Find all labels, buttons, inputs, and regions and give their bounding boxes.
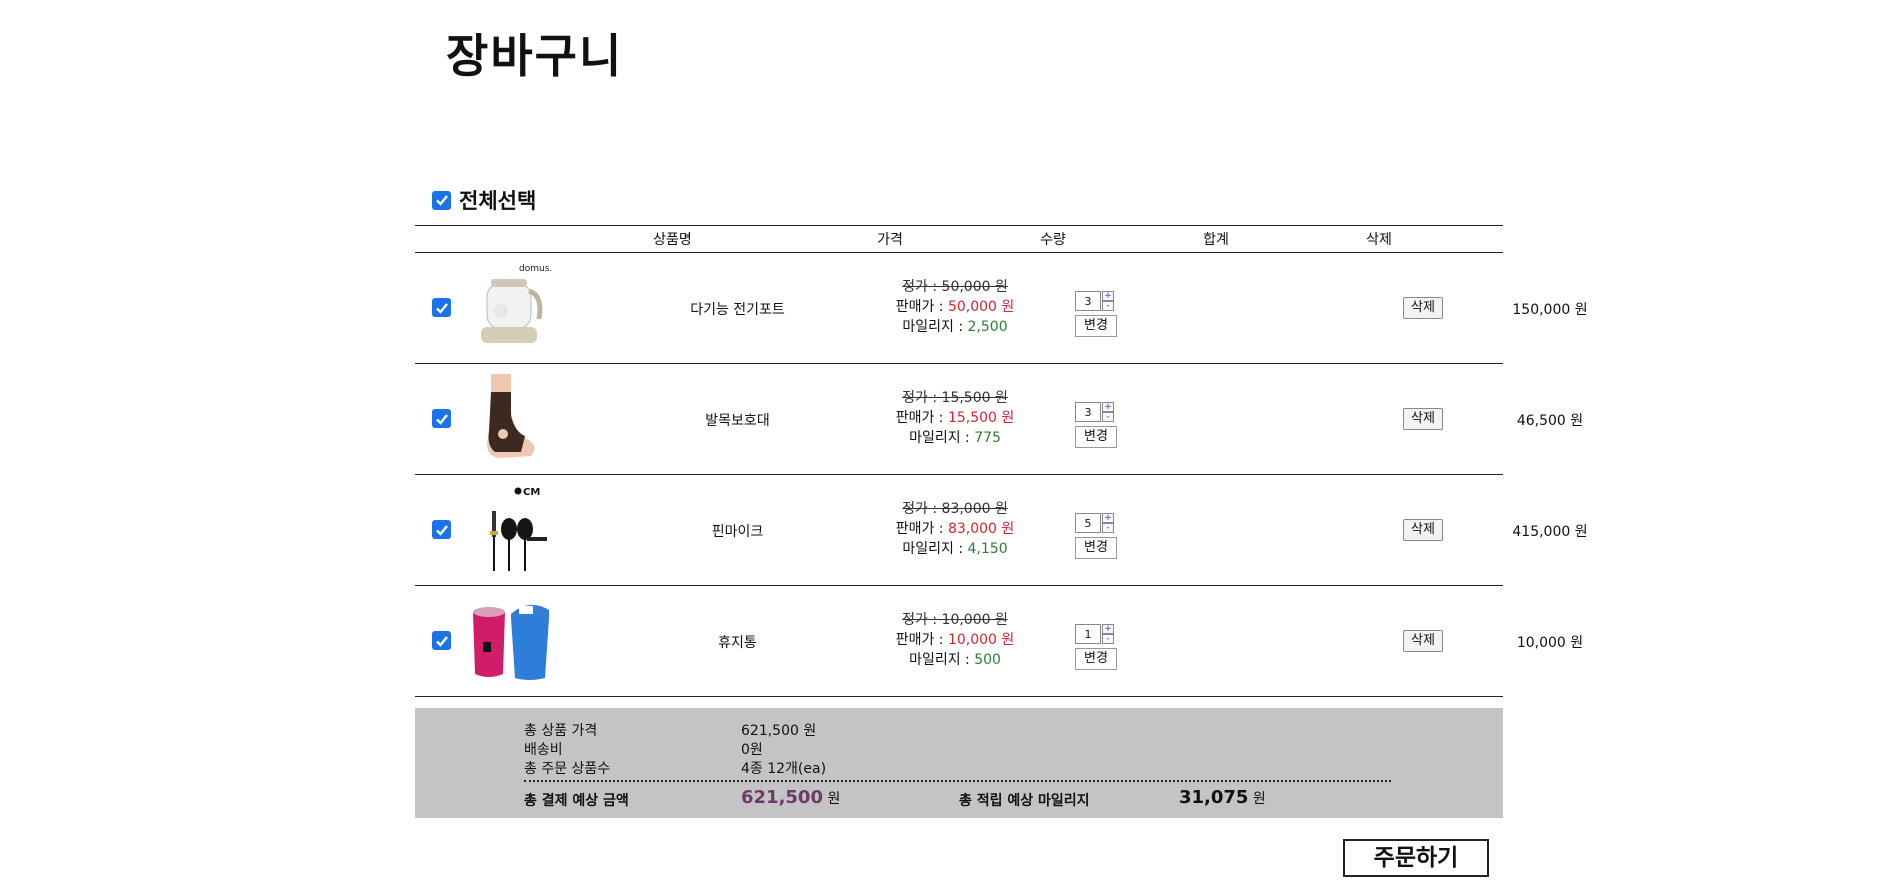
- pin-microphone-image: CM: [490, 487, 547, 571]
- quantity-input[interactable]: 3: [1075, 291, 1101, 311]
- delete-button[interactable]: 삭제: [1403, 408, 1443, 430]
- table-row: CM 핀마이크 정가 : 83,000 원 판매가 : 83,000 원 마일리…: [415, 475, 1588, 586]
- delete-button[interactable]: 삭제: [1403, 630, 1443, 652]
- item-sum: 46,500 원: [1516, 413, 1584, 429]
- mileage: 마일리지 : 4,150: [902, 541, 1008, 557]
- delete-button[interactable]: 삭제: [1403, 519, 1443, 541]
- mileage: 마일리지 : 775: [909, 430, 1001, 446]
- check-icon: [435, 302, 448, 314]
- price-block: 정가 : 15,500 원 판매가 : 15,500 원 마일리지 : 775: [810, 388, 1100, 448]
- item-checkbox[interactable]: [432, 520, 451, 539]
- mileage: 마일리지 : 500: [909, 652, 1001, 668]
- item-sum: 10,000 원: [1516, 635, 1584, 651]
- list-price: 정가 : 83,000 원: [902, 501, 1008, 517]
- price-block: 정가 : 50,000 원 판매가 : 50,000 원 마일리지 : 2,50…: [810, 277, 1100, 337]
- select-all-label: 전체선택: [459, 189, 537, 213]
- check-icon: [435, 524, 448, 536]
- mileage: 마일리지 : 2,500: [902, 319, 1008, 335]
- item-checkbox[interactable]: [432, 409, 451, 428]
- item-name: 다기능 전기포트: [690, 302, 785, 318]
- increment-button[interactable]: +: [1102, 291, 1114, 301]
- order-summary: 총 상품 가격 621,500 원 배송비 0원 총 주문 상품수 4종 12개…: [415, 708, 1503, 818]
- cart-table: 상품명 가격 수량 합계 삭제 domus. 다기능 전기포트 정가 : 50,…: [415, 225, 1588, 697]
- svg-text:domus.: domus.: [519, 264, 552, 274]
- svg-text:CM: CM: [523, 487, 540, 498]
- quantity-input[interactable]: 1: [1075, 624, 1101, 644]
- quantity-stepper: 1 + - 변경: [1075, 624, 1119, 670]
- change-button[interactable]: 변경: [1075, 426, 1117, 448]
- header-name: 상품명: [653, 232, 692, 248]
- ankle-support-image: [487, 374, 535, 458]
- decrement-button[interactable]: -: [1102, 634, 1114, 644]
- header-sum: 합계: [1203, 232, 1229, 248]
- item-checkbox[interactable]: [432, 631, 451, 650]
- check-icon: [435, 635, 448, 647]
- check-icon: [435, 195, 448, 206]
- electric-kettle-image: domus.: [481, 264, 552, 343]
- price-block: 정가 : 10,000 원 판매가 : 10,000 원 마일리지 : 500: [810, 610, 1100, 670]
- sale-price: 판매가 : 10,000 원: [895, 632, 1015, 648]
- page-title: 장바구니: [446, 29, 624, 83]
- quantity-input[interactable]: 5: [1075, 513, 1101, 533]
- item-sum: 150,000 원: [1512, 302, 1588, 318]
- trash-bins-image: [473, 604, 549, 680]
- sale-price: 판매가 : 15,500 원: [895, 410, 1015, 426]
- item-name: 발목보호대: [705, 413, 770, 429]
- decrement-button[interactable]: -: [1102, 301, 1114, 311]
- increment-button[interactable]: +: [1102, 402, 1114, 412]
- quantity-stepper: 3 + - 변경: [1075, 402, 1119, 448]
- item-name: 핀마이크: [711, 524, 764, 540]
- increment-button[interactable]: +: [1102, 513, 1114, 523]
- item-sum: 415,000 원: [1512, 524, 1588, 540]
- increment-button[interactable]: +: [1102, 624, 1114, 634]
- item-checkbox[interactable]: [432, 298, 451, 317]
- change-button[interactable]: 변경: [1075, 648, 1117, 670]
- delete-button[interactable]: 삭제: [1403, 297, 1443, 319]
- change-button[interactable]: 변경: [1075, 315, 1117, 337]
- price-block: 정가 : 83,000 원 판매가 : 83,000 원 마일리지 : 4,15…: [810, 499, 1100, 559]
- check-icon: [435, 413, 448, 425]
- header-price: 가격: [877, 232, 903, 248]
- table-header: 상품명 가격 수량 합계 삭제: [415, 225, 1503, 253]
- decrement-button[interactable]: -: [1102, 412, 1114, 422]
- change-button[interactable]: 변경: [1075, 537, 1117, 559]
- list-price: 정가 : 10,000 원: [902, 612, 1008, 628]
- item-name: 휴지통: [718, 635, 757, 651]
- list-price: 정가 : 50,000 원: [902, 279, 1008, 295]
- list-price: 정가 : 15,500 원: [902, 390, 1008, 406]
- quantity-stepper: 5 + - 변경: [1075, 513, 1119, 559]
- sale-price: 판매가 : 83,000 원: [895, 521, 1015, 537]
- header-delete: 삭제: [1366, 232, 1392, 248]
- table-row: 발목보호대 정가 : 15,500 원 판매가 : 15,500 원 마일리지 …: [415, 364, 1583, 475]
- summary-divider: [524, 780, 1391, 782]
- table-row: domus. 다기능 전기포트 정가 : 50,000 원 판매가 : 50,0…: [415, 253, 1588, 364]
- quantity-stepper: 3 + - 변경: [1075, 291, 1119, 337]
- select-all-checkbox[interactable]: [432, 190, 451, 210]
- select-all[interactable]: 전체선택: [432, 185, 536, 215]
- decrement-button[interactable]: -: [1102, 523, 1114, 533]
- order-button[interactable]: 주문하기: [1343, 839, 1489, 877]
- quantity-input[interactable]: 3: [1075, 402, 1101, 422]
- header-qty: 수량: [1040, 232, 1066, 248]
- table-row: 휴지통 정가 : 10,000 원 판매가 : 10,000 원 마일리지 : …: [415, 586, 1583, 697]
- sale-price: 판매가 : 50,000 원: [895, 299, 1015, 315]
